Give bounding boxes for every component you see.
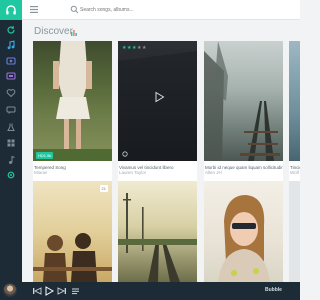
nav-item-discover[interactable] [6, 25, 16, 35]
album-art [204, 41, 283, 161]
nav-item-list[interactable] [6, 138, 16, 148]
nav-item-library[interactable] [6, 56, 16, 66]
album-art-illustration [218, 195, 270, 282]
top-bar [22, 0, 300, 20]
next-icon[interactable] [57, 286, 67, 296]
heart-icon [6, 89, 16, 98]
quality-badge: HD1.5k [36, 152, 54, 159]
nav-item-messages[interactable] [6, 105, 16, 115]
nav-item-lab[interactable] [6, 122, 16, 132]
album-art [289, 181, 300, 282]
search-icon [70, 5, 79, 14]
menu-icon[interactable] [30, 6, 38, 13]
song-artist[interactable]: Allen JH [205, 170, 283, 175]
play-icon[interactable] [153, 91, 165, 103]
rating-stars[interactable]: ★★★★★ [122, 45, 147, 51]
album-art-illustration [204, 41, 280, 161]
nav-item-settings[interactable] [6, 170, 16, 180]
album-art [118, 181, 197, 282]
radio-icon [6, 72, 16, 80]
play-icon[interactable] [44, 286, 54, 296]
search-input[interactable] [80, 4, 230, 16]
settings-icon [7, 171, 15, 179]
album-art-illustration [33, 233, 112, 282]
headphones-icon [6, 5, 16, 15]
song-card[interactable]: HD1.5k Tempered Song Miaow [33, 41, 112, 181]
refresh-icon [7, 26, 15, 34]
song-artist[interactable]: Wolf [290, 170, 300, 175]
previous-icon[interactable] [32, 286, 42, 296]
player-bar: Bubble [22, 282, 300, 300]
lab-icon [7, 123, 15, 131]
nav-item-radio[interactable] [6, 71, 16, 81]
count-badge: 21 [99, 185, 108, 192]
list-icon [7, 139, 15, 147]
sidebar-rail [0, 0, 22, 300]
nav-item-songs[interactable] [6, 155, 16, 165]
album-art [289, 41, 300, 161]
album-art-illustration [33, 41, 112, 161]
song-card[interactable] [204, 181, 283, 282]
user-avatar[interactable] [3, 283, 17, 297]
song-card[interactable]: 21 [33, 181, 112, 282]
app-logo[interactable] [0, 0, 22, 20]
music-icon [9, 155, 15, 164]
song-card[interactable]: ★★★★★ Vivamus vel tincidunt libero Laure… [118, 41, 197, 181]
song-card[interactable]: Morbi id neque quam liquam sollicitudin … [204, 41, 283, 181]
song-artist[interactable]: Miaow [34, 170, 112, 175]
nav-item-music[interactable] [6, 40, 16, 50]
song-card[interactable] [289, 181, 300, 282]
playlist-icon[interactable] [71, 286, 81, 296]
page-title: Discover [34, 26, 73, 37]
song-card[interactable]: Tincid Wolf [289, 41, 300, 181]
heart-icon[interactable] [122, 151, 128, 157]
song-card[interactable] [118, 181, 197, 282]
equalizer-icon [71, 30, 77, 36]
music-note-icon [7, 40, 15, 50]
star-icon: ★ [141, 45, 147, 51]
song-artist[interactable]: Lauren Taylor [119, 170, 197, 175]
album-art [33, 181, 112, 282]
album-art [204, 181, 283, 282]
album-art-illustration [118, 193, 197, 282]
player-label[interactable]: Bubble [265, 287, 282, 293]
album-art [33, 41, 112, 161]
grid-icon [6, 57, 16, 65]
message-icon [6, 106, 16, 114]
nav-item-favorites[interactable] [6, 88, 16, 98]
